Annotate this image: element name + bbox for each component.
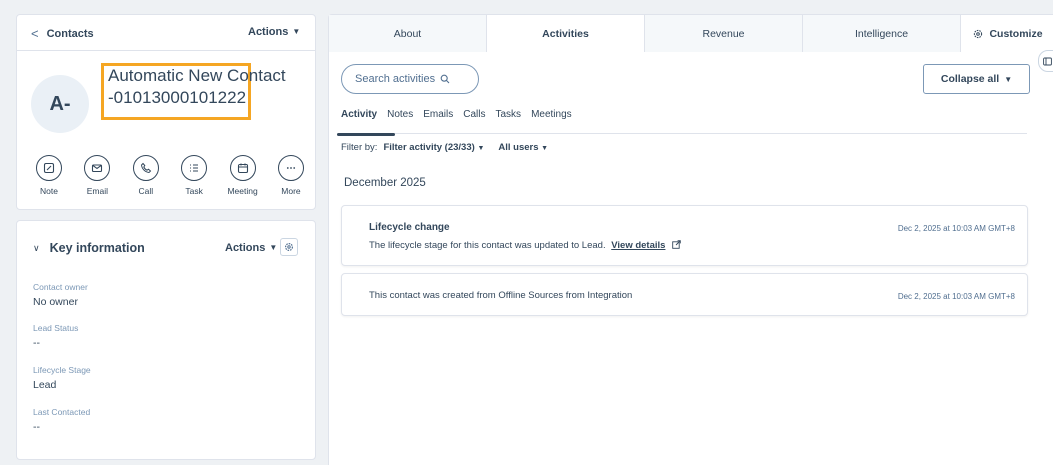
tab-activities[interactable]: Activities	[487, 15, 645, 52]
activity-item[interactable]: Lifecycle change The lifecycle stage for…	[341, 205, 1028, 266]
record-tabs: About Activities Revenue Intelligence Cu…	[329, 15, 1053, 52]
search-icon	[440, 74, 450, 84]
customize-button[interactable]: Customize	[961, 15, 1053, 52]
chevron-down-icon: ∨	[33, 242, 40, 253]
caret-down-icon: ▼	[269, 243, 278, 252]
view-details-link[interactable]: View details	[611, 240, 665, 251]
subtab-notes[interactable]: Notes	[387, 109, 413, 134]
call-action-label: Call	[138, 186, 154, 196]
caret-down-icon: ▼	[1004, 74, 1013, 84]
panel-icon	[1042, 57, 1052, 65]
property-value: Lead	[33, 379, 57, 391]
avatar-initials: A-	[49, 92, 71, 115]
tab-about[interactable]: About	[329, 15, 487, 52]
search-placeholder: Search activities	[355, 73, 436, 85]
email-action-label: Email	[86, 186, 109, 196]
key-info-actions-dropdown[interactable]: Actions ▼	[225, 242, 277, 254]
call-action-button[interactable]: Call	[122, 155, 170, 196]
meeting-action-button[interactable]: Meeting	[219, 155, 267, 196]
email-action-button[interactable]: Email	[73, 155, 121, 196]
avatar: A-	[31, 75, 89, 133]
key-info-settings-button[interactable]	[280, 238, 298, 256]
tab-intelligence[interactable]: Intelligence	[803, 15, 961, 52]
meeting-action-label: Meeting	[227, 186, 258, 196]
caret-down-icon: ▼	[541, 145, 549, 152]
more-action-label: More	[281, 186, 301, 196]
external-link-icon	[672, 240, 681, 249]
task-action-button[interactable]: Task	[170, 155, 218, 196]
property-label: Lifecycle Stage	[33, 365, 91, 375]
key-information-title: Key information	[49, 241, 145, 255]
activity-body: The lifecycle stage for this contact was…	[369, 240, 681, 251]
note-action-label: Note	[40, 186, 58, 196]
property-label: Lead Status	[33, 323, 79, 333]
contact-actions-dropdown[interactable]: Actions ▼	[248, 26, 300, 38]
activity-timestamp: Dec 2, 2025 at 10:03 AM GMT+8	[897, 292, 1015, 301]
key-info-actions-label: Actions	[225, 242, 266, 254]
tab-revenue[interactable]: Revenue	[645, 15, 803, 52]
property-lead-status[interactable]: Lead Status --	[33, 323, 78, 349]
property-last-contacted[interactable]: Last Contacted --	[33, 407, 90, 433]
contact-name[interactable]: Automatic New Contact -01013000101222	[108, 65, 288, 109]
gear-icon	[974, 29, 983, 38]
filter-users-dropdown[interactable]: All users ▼	[498, 142, 548, 153]
subtab-activity[interactable]: Activity	[336, 109, 396, 136]
caret-down-icon: ▼	[477, 145, 485, 152]
gear-icon	[284, 242, 294, 252]
subtab-calls[interactable]: Calls	[463, 109, 485, 134]
filter-activity-label: Filter activity (23/33)	[383, 142, 475, 153]
search-activities-input[interactable]: Search activities	[341, 64, 479, 94]
property-value: --	[33, 337, 40, 349]
collapse-all-label: Collapse all	[940, 73, 1000, 85]
more-icon	[286, 167, 296, 169]
note-action-button[interactable]: Note	[25, 155, 73, 196]
email-icon	[92, 164, 103, 173]
quick-actions: Note Email Call Task Meeting More	[25, 155, 315, 196]
activity-timestamp: Dec 2, 2025 at 10:03 AM GMT+8	[897, 224, 1015, 233]
main-panel: About Activities Revenue Intelligence Cu…	[328, 14, 1053, 465]
key-information-toggle[interactable]: ∨ Key information	[33, 241, 145, 255]
property-contact-owner[interactable]: Contact owner No owner	[33, 282, 88, 308]
task-icon	[190, 164, 199, 172]
subtab-emails[interactable]: Emails	[423, 109, 453, 134]
collapse-all-button[interactable]: Collapse all ▼	[923, 64, 1030, 94]
filter-prefix: Filter by:	[341, 142, 378, 153]
customize-label: Customize	[989, 27, 1043, 40]
calendar-icon	[237, 163, 248, 174]
phone-icon	[140, 162, 152, 174]
more-action-button[interactable]: More	[267, 155, 315, 196]
filter-users-label: All users	[498, 142, 539, 153]
filter-row: Filter by: Filter activity (23/33) ▼ All…	[341, 142, 548, 153]
activity-item[interactable]: This contact was created from Offline So…	[341, 273, 1028, 316]
subtab-tasks[interactable]: Tasks	[496, 109, 522, 134]
filter-activity-dropdown[interactable]: Filter activity (23/33) ▼	[383, 142, 484, 153]
month-heading: December 2025	[344, 177, 426, 189]
property-label: Last Contacted	[33, 407, 91, 417]
chevron-left-icon: <	[31, 26, 39, 41]
key-information-card: ∨ Key information Actions ▼ Contact owner…	[16, 220, 316, 460]
caret-down-icon: ▼	[292, 27, 301, 36]
sidebar-toggle-button[interactable]	[1038, 50, 1053, 72]
contact-actions-label: Actions	[248, 26, 289, 38]
back-to-contacts-link[interactable]: < Contacts	[31, 26, 94, 41]
task-action-label: Task	[185, 186, 203, 196]
note-icon	[43, 162, 55, 174]
property-value: No owner	[33, 296, 78, 308]
back-link-label: Contacts	[46, 27, 94, 40]
activity-title: Lifecycle change	[369, 222, 450, 233]
activity-text: This contact was created from Offline So…	[369, 290, 633, 301]
property-label: Contact owner	[33, 282, 88, 292]
activity-subtabs: Activity Notes Emails Calls Tasks Meetin…	[336, 109, 1027, 136]
contact-card: < Contacts Actions ▼ A- Automatic New Con…	[16, 14, 316, 210]
subtab-meetings[interactable]: Meetings	[531, 109, 572, 134]
contact-card-header: < Contacts Actions ▼	[17, 15, 315, 51]
property-lifecycle-stage[interactable]: Lifecycle Stage Lead	[33, 365, 91, 391]
property-value: --	[33, 421, 40, 433]
activity-text: The lifecycle stage for this contact was…	[369, 240, 606, 251]
